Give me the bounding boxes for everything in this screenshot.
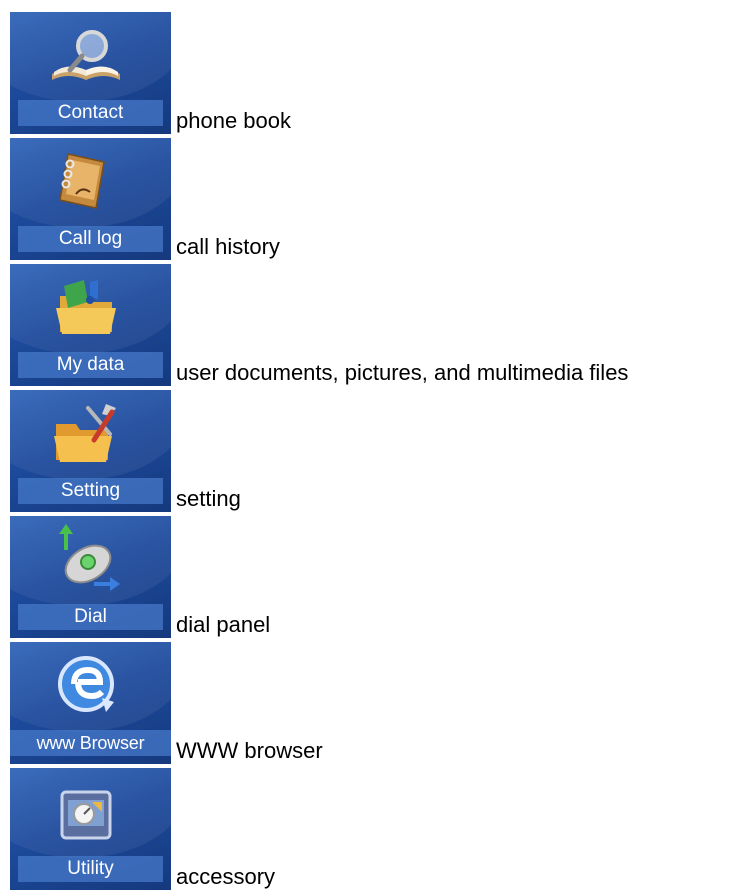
www-browser-tile[interactable]: www Browser — [10, 642, 171, 764]
call-log-tile[interactable]: Call log — [10, 138, 171, 260]
tile-label: www Browser — [10, 730, 171, 756]
menu-row-utility: Utility accessory — [10, 768, 755, 894]
item-description: user documents, pictures, and multimedia… — [176, 360, 629, 385]
contact-tile[interactable]: Contact — [10, 12, 171, 134]
menu-row-my-data: My data user documents, pictures, and mu… — [10, 264, 755, 390]
tile-label: Dial — [18, 604, 163, 630]
tile-label: My data — [18, 352, 163, 378]
phone-arrows-icon — [59, 524, 120, 591]
menu-row-setting: Setting setting — [10, 390, 755, 516]
item-description: accessory — [176, 864, 276, 889]
item-description: setting — [176, 486, 241, 511]
item-description: dial panel — [176, 612, 271, 637]
tile-label: Call log — [18, 226, 163, 252]
menu-row-dial: Dial dial panel — [10, 516, 755, 642]
setting-tile[interactable]: Setting — [10, 390, 171, 512]
menu-row-call-log: Call log call history — [10, 138, 755, 264]
tile-label: Contact — [18, 100, 163, 126]
folder-tools-icon — [54, 404, 116, 462]
item-description: call history — [176, 234, 280, 259]
book-magnifier-icon — [52, 30, 120, 80]
item-description: WWW browser — [176, 738, 323, 763]
toolbox-icon — [60, 790, 112, 840]
notebook-icon — [59, 153, 105, 209]
dial-tile[interactable]: Dial — [10, 516, 171, 638]
media-folder-icon — [56, 280, 116, 334]
menu-row-contact: Contact phone book — [10, 12, 755, 138]
menu-row-www-browser: www Browser WWW browser — [10, 642, 755, 768]
item-description: phone book — [176, 108, 291, 133]
tile-label: Utility — [18, 856, 163, 882]
tile-label: Setting — [18, 478, 163, 504]
browser-globe-icon — [58, 656, 114, 712]
utility-tile[interactable]: Utility — [10, 768, 171, 890]
my-data-tile[interactable]: My data — [10, 264, 171, 386]
